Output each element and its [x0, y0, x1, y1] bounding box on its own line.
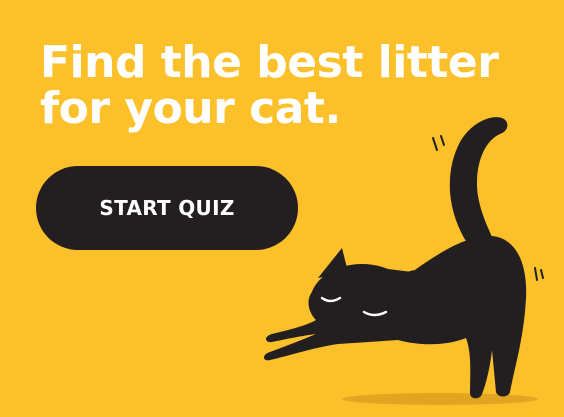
- cat-tail: [449, 117, 508, 252]
- cat-head: [310, 264, 414, 340]
- cat-shadow: [342, 393, 538, 405]
- stretching-cat-icon: [264, 117, 544, 405]
- ad-banner[interactable]: Find the best litter for your cat. START…: [0, 0, 564, 417]
